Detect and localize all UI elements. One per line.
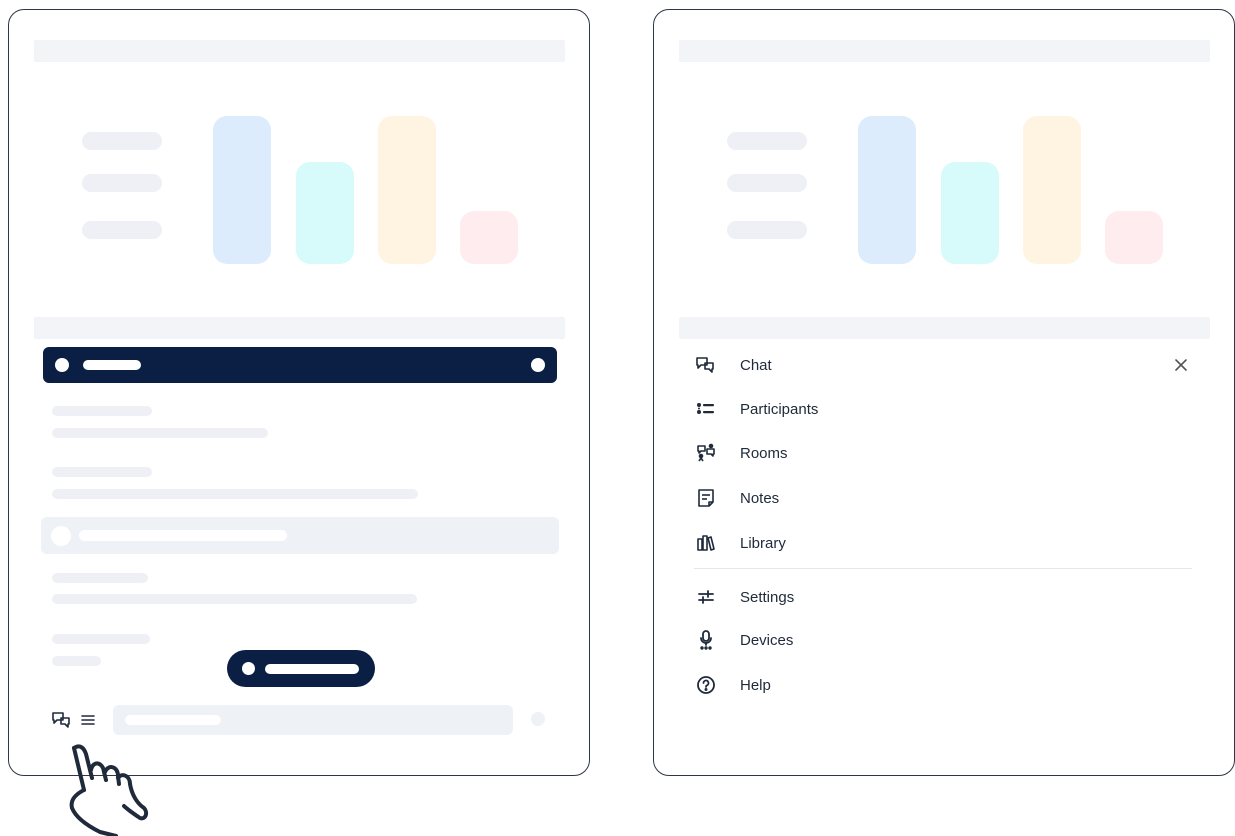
app-menu: Chat Participants Rooms Notes Library Se…	[654, 345, 1234, 705]
chart-bar-cyan	[941, 162, 999, 264]
text-line	[52, 406, 152, 416]
chart-bar-pink	[460, 211, 518, 264]
menu-item-library[interactable]: Library	[654, 523, 1214, 563]
chat-icon	[694, 353, 718, 377]
text-line	[52, 634, 150, 644]
chart-bar-pink	[1105, 211, 1163, 264]
hand-pointer-icon	[58, 740, 158, 836]
text-line	[52, 573, 148, 583]
chart-bar-blue	[213, 116, 271, 264]
menu-label: Library	[740, 534, 786, 552]
navy-header-bar	[43, 347, 557, 383]
text-line	[52, 594, 417, 604]
floating-pill-button[interactable]	[227, 650, 375, 687]
chat-icon[interactable]	[51, 710, 73, 730]
app-wireframe-panel	[8, 9, 590, 776]
top-bar-placeholder	[34, 40, 565, 62]
menu-label: Chat	[740, 356, 772, 374]
highlighted-row	[41, 517, 559, 554]
section-divider	[679, 317, 1210, 339]
close-icon[interactable]	[1173, 357, 1189, 373]
menu-label: Participants	[740, 400, 819, 418]
header-dot	[55, 358, 69, 372]
chart-legend-line	[727, 221, 807, 239]
pill-line	[265, 664, 359, 674]
header-pill	[83, 360, 141, 370]
menu-item-help[interactable]: Help	[654, 665, 1214, 705]
menu-item-devices[interactable]: Devices	[654, 620, 1214, 660]
section-divider	[34, 317, 565, 339]
input-line	[125, 715, 221, 725]
menu-item-settings[interactable]: Settings	[654, 577, 1214, 617]
row-pill	[79, 530, 287, 541]
participants-icon	[694, 397, 718, 421]
menu-label: Settings	[740, 588, 795, 606]
menu-item-notes[interactable]: Notes	[654, 478, 1214, 518]
chart-bar-yellow	[378, 116, 436, 264]
header-dot	[531, 358, 545, 372]
text-line	[52, 467, 152, 477]
top-bar-placeholder	[679, 40, 1210, 62]
chart-legend-line	[82, 132, 162, 150]
menu-label: Notes	[740, 489, 780, 507]
pill-dot	[242, 662, 255, 675]
app-menu-panel: Chat Participants Rooms Notes Library Se…	[653, 9, 1235, 776]
chart-bar-cyan	[296, 162, 354, 264]
menu-item-rooms[interactable]: Rooms	[654, 433, 1214, 473]
chart-bar-yellow	[1023, 116, 1081, 264]
chart-bar-blue	[858, 116, 916, 264]
menu-label: Help	[740, 676, 771, 694]
chart-legend-line	[727, 174, 807, 192]
message-input-placeholder[interactable]	[113, 705, 513, 735]
settings-icon	[694, 585, 718, 609]
text-line	[52, 489, 418, 499]
menu-item-chat[interactable]: Chat	[654, 345, 1214, 385]
hamburger-menu-icon[interactable]	[80, 712, 96, 728]
menu-divider	[694, 568, 1192, 569]
row-dot	[51, 526, 71, 546]
menu-label: Devices	[740, 631, 794, 649]
menu-item-participants[interactable]: Participants	[654, 389, 1214, 429]
text-line	[52, 428, 268, 438]
text-line	[52, 656, 101, 666]
menu-label: Rooms	[740, 444, 788, 462]
chart-legend-line	[727, 132, 807, 150]
chart-legend-line	[82, 174, 162, 192]
notes-icon	[694, 486, 718, 510]
devices-icon	[694, 628, 718, 652]
rooms-icon	[694, 441, 718, 465]
library-icon	[694, 531, 718, 555]
help-icon	[694, 673, 718, 697]
chart-legend-line	[82, 221, 162, 239]
send-dot[interactable]	[531, 712, 545, 726]
